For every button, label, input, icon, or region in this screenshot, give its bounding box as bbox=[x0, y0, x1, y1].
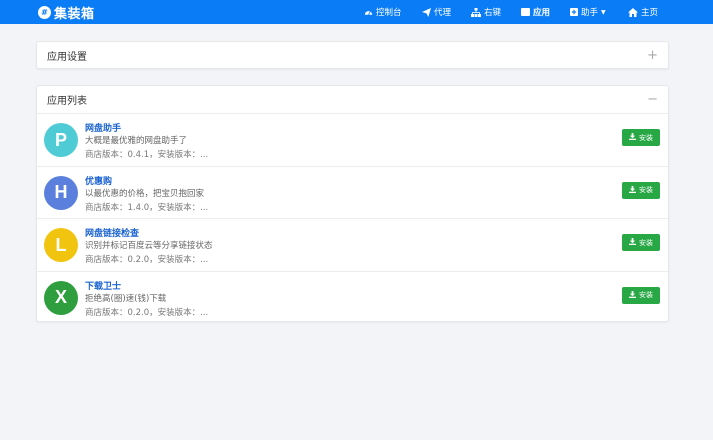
nav-item-label: 应用 bbox=[533, 8, 551, 18]
app-version-info: 商店版本：0.2.0，安装版本：... bbox=[85, 255, 209, 265]
install-button[interactable]: 安装 bbox=[622, 286, 660, 304]
download-icon bbox=[629, 290, 636, 300]
download-icon bbox=[629, 238, 636, 247]
collapse-icon[interactable]: − bbox=[647, 93, 658, 106]
app-name-link[interactable]: 优惠购 bbox=[85, 174, 112, 187]
nav-item-proxy[interactable]: 代理 bbox=[422, 0, 451, 24]
app-name-link[interactable]: 网盘助手 bbox=[85, 121, 121, 134]
brand[interactable]: # 集装箱 bbox=[38, 3, 95, 22]
brand-logo-icon: # bbox=[38, 6, 51, 19]
nav-item-label: 主页 bbox=[641, 8, 659, 18]
settings-card-header[interactable]: 应用设置 + bbox=[37, 42, 668, 69]
brand-name: 集装箱 bbox=[54, 7, 95, 22]
sitemap-icon bbox=[471, 7, 481, 17]
nav-item-console[interactable]: 控制台 bbox=[364, 0, 402, 24]
app-avatar: X bbox=[44, 280, 78, 315]
window-icon bbox=[521, 8, 530, 16]
app-list-card-header: 应用列表 − bbox=[37, 86, 668, 113]
list-item: P 网盘助手 大概是最优雅的网盘助手了 商店版本：0.4.1，安装版本：... … bbox=[37, 114, 668, 167]
install-button-label: 安装 bbox=[639, 291, 653, 299]
app-avatar: L bbox=[44, 228, 78, 262]
chevron-down-icon: ▼ bbox=[601, 8, 606, 16]
install-button[interactable]: 安装 bbox=[622, 234, 660, 251]
app-version-info: 商店版本：0.4.1，安装版本：... bbox=[85, 150, 209, 160]
nav-item-assistant[interactable]: 助手 ▼ bbox=[570, 0, 606, 24]
app-name-link[interactable]: 下载卫士 bbox=[85, 279, 121, 292]
plus-square-icon bbox=[570, 8, 578, 16]
install-button-label: 安装 bbox=[639, 186, 653, 194]
app-description: 大概是最优雅的网盘助手了 bbox=[85, 136, 188, 146]
app-version-info: 商店版本：1.4.0，安装版本：... bbox=[85, 202, 209, 213]
app-list-card-title: 应用列表 bbox=[47, 96, 87, 107]
settings-card-title: 应用设置 bbox=[47, 52, 87, 63]
app-description: 识别并标记百度云等分享链接状态 bbox=[85, 241, 213, 251]
app-list: P 网盘助手 大概是最优雅的网盘助手了 商店版本：0.4.1，安装版本：... … bbox=[37, 113, 668, 324]
list-item: H 优惠购 以最优惠的价格，把宝贝抱回家 商店版本：1.4.0，安装版本：...… bbox=[37, 167, 668, 219]
nav-item-label: 助手 bbox=[581, 8, 599, 18]
nav-item-label: 代理 bbox=[434, 8, 452, 18]
app-name-link[interactable]: 网盘链接检查 bbox=[85, 226, 139, 239]
install-button-label: 安装 bbox=[639, 238, 653, 247]
app-list-card: 应用列表 − P 网盘助手 大概是最优雅的网盘助手了 商店版本：0.4.1，安装… bbox=[36, 85, 669, 322]
paper-plane-icon bbox=[422, 7, 431, 17]
app-description: 以最优惠的价格，把宝贝抱回家 bbox=[85, 188, 205, 199]
list-item: L 网盘链接检查 识别并标记百度云等分享链接状态 商店版本：0.2.0，安装版本… bbox=[37, 219, 668, 272]
install-button[interactable]: 安装 bbox=[622, 181, 660, 199]
expand-icon[interactable]: + bbox=[647, 49, 658, 62]
nav-item-label: 右键 bbox=[484, 8, 502, 18]
download-icon bbox=[629, 133, 636, 142]
install-button[interactable]: 安装 bbox=[622, 129, 660, 146]
home-icon bbox=[628, 7, 638, 17]
dashboard-icon bbox=[364, 8, 373, 16]
nav-item-home[interactable]: 主页 bbox=[628, 0, 658, 24]
settings-card: 应用设置 + bbox=[36, 41, 669, 69]
app-version-info: 商店版本：0.2.0，安装版本：... bbox=[85, 307, 209, 318]
nav-item-apps[interactable]: 应用 bbox=[521, 0, 550, 24]
list-item: X 下载卫士 拒绝高(圈)速(钱)下载 商店版本：0.2.0，安装版本：... … bbox=[37, 272, 668, 325]
install-button-label: 安装 bbox=[639, 133, 653, 142]
top-navbar: # 集装箱 控制台 代理 右键 应用 助手 ▼ 主页 bbox=[0, 0, 713, 24]
app-avatar: H bbox=[44, 175, 78, 210]
nav-item-context-menu[interactable]: 右键 bbox=[471, 0, 501, 24]
app-avatar: P bbox=[44, 123, 78, 157]
nav-item-label: 控制台 bbox=[376, 8, 402, 18]
download-icon bbox=[629, 185, 636, 195]
app-description: 拒绝高(圈)速(钱)下载 bbox=[85, 293, 167, 304]
